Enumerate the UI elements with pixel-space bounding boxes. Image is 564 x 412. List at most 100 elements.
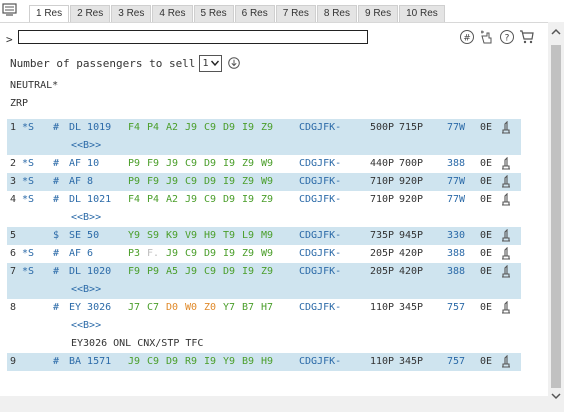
booking-class[interactable]: C9 bbox=[185, 173, 197, 191]
booking-class[interactable]: K9 bbox=[166, 227, 178, 245]
booking-class[interactable]: Z9 bbox=[242, 173, 254, 191]
tab-res-6[interactable]: 6 Res bbox=[234, 5, 275, 22]
flight-row[interactable]: 7 *S # DL 1020 F9 P9 A5 J9 C9 D9 I9 Z9 CDGJFK- 205P 42… bbox=[7, 263, 521, 281]
more-info-link[interactable]: <<B>> bbox=[71, 317, 101, 335]
booking-class[interactable]: D9 bbox=[223, 191, 235, 209]
tab-res-9[interactable]: 9 Res bbox=[358, 5, 399, 22]
booking-class[interactable]: D9 bbox=[204, 155, 216, 173]
more-info-link[interactable]: <<B>> bbox=[71, 209, 101, 227]
flight-row[interactable]: 3 *S # AF 8 P9 F9 J9 C9 D9 I9 Z9 W9 CDGJFK- 710P 920P 7… bbox=[7, 173, 521, 191]
tab-res-10[interactable]: 10 Res bbox=[399, 5, 445, 22]
more-info-link[interactable]: <<B>> bbox=[7, 281, 521, 299]
booking-class[interactable]: J9 bbox=[185, 263, 197, 281]
booking-class[interactable]: J9 bbox=[166, 245, 178, 263]
flight-row[interactable]: 9 # BA 1571 J9 C9 D9 R9 I9 Y9 B9 H9 CDGJFK- 110P 345P… bbox=[7, 353, 521, 371]
booking-class[interactable]: P9 bbox=[128, 173, 140, 191]
booking-class[interactable]: H9 bbox=[261, 353, 273, 371]
flight-number[interactable]: AF 8 bbox=[69, 173, 93, 191]
booking-class[interactable]: Z9 bbox=[261, 263, 273, 281]
booking-class[interactable]: J9 bbox=[166, 155, 178, 173]
booking-class[interactable]: J7 bbox=[128, 299, 140, 317]
scroll-thumb[interactable] bbox=[551, 45, 561, 388]
booking-class[interactable]: F4 bbox=[128, 191, 140, 209]
booking-class[interactable]: F9 bbox=[128, 263, 140, 281]
booking-class[interactable]: D9 bbox=[204, 245, 216, 263]
booking-class[interactable]: J9 bbox=[128, 353, 140, 371]
booking-class[interactable]: F. bbox=[147, 245, 159, 263]
booking-class[interactable]: R9 bbox=[185, 353, 197, 371]
booking-class[interactable]: S9 bbox=[147, 227, 159, 245]
booking-class[interactable]: C7 bbox=[147, 299, 159, 317]
booking-class[interactable]: P4 bbox=[147, 119, 159, 137]
booking-class[interactable]: I9 bbox=[242, 119, 254, 137]
booking-class[interactable]: I9 bbox=[204, 353, 216, 371]
booking-class[interactable]: F4 bbox=[128, 119, 140, 137]
passenger-count-select[interactable]: 1 bbox=[199, 54, 223, 72]
flight-number[interactable]: DL 1019 bbox=[69, 119, 111, 137]
booking-class[interactable]: Z9 bbox=[261, 119, 273, 137]
booking-class[interactable]: A2 bbox=[166, 191, 178, 209]
flight-row[interactable]: 1 *S # DL 1019 F4 P4 A2 J9 C9 D9 I9 Z9 CDGJFK- 500P 71… bbox=[7, 119, 521, 137]
flight-row[interactable]: 5 $ SE 50 Y9 S9 K9 V9 H9 T9 L9 M9 CDGJFK- 735P 945P 33… bbox=[7, 227, 521, 245]
booking-class[interactable]: H9 bbox=[204, 227, 216, 245]
booking-class[interactable]: D9 bbox=[223, 263, 235, 281]
more-info-link[interactable]: <<B>> bbox=[7, 137, 521, 155]
tab-res-7[interactable]: 7 Res bbox=[275, 5, 316, 22]
booking-class[interactable]: C9 bbox=[185, 245, 197, 263]
booking-class[interactable]: I9 bbox=[242, 191, 254, 209]
booking-class[interactable]: I9 bbox=[223, 155, 235, 173]
flight-row[interactable]: 2 *S # AF 10 P9 F9 J9 C9 D9 I9 Z9 W9 CDGJFK- 440P 700P… bbox=[7, 155, 521, 173]
hand-point-icon[interactable] bbox=[479, 29, 495, 45]
booking-class[interactable]: F9 bbox=[147, 173, 159, 191]
flight-number[interactable]: SE 50 bbox=[69, 227, 99, 245]
booking-class[interactable]: C9 bbox=[204, 119, 216, 137]
booking-class[interactable]: Z9 bbox=[242, 245, 254, 263]
flight-number[interactable]: BA 1571 bbox=[69, 353, 111, 371]
tab-res-3[interactable]: 3 Res bbox=[111, 5, 152, 22]
booking-class[interactable]: Z9 bbox=[242, 155, 254, 173]
booking-class[interactable]: T9 bbox=[223, 227, 235, 245]
booking-class[interactable]: D9 bbox=[166, 353, 178, 371]
booking-class[interactable]: Y9 bbox=[223, 353, 235, 371]
flight-number[interactable]: AF 6 bbox=[69, 245, 93, 263]
booking-class[interactable]: J9 bbox=[166, 173, 178, 191]
flight-number[interactable]: DL 1020 bbox=[69, 263, 111, 281]
cart-icon[interactable] bbox=[519, 29, 535, 45]
vertical-scrollbar[interactable] bbox=[548, 22, 564, 412]
download-circle-icon[interactable] bbox=[228, 57, 241, 69]
flight-number[interactable]: EY 3026 bbox=[69, 299, 111, 317]
booking-class[interactable]: Y7 bbox=[223, 299, 235, 317]
booking-class[interactable]: Y9 bbox=[128, 227, 140, 245]
booking-class[interactable]: Z9 bbox=[261, 191, 273, 209]
booking-class[interactable]: L9 bbox=[242, 227, 254, 245]
booking-class[interactable]: W9 bbox=[261, 173, 273, 191]
booking-class[interactable]: I9 bbox=[223, 245, 235, 263]
booking-class[interactable]: Z0 bbox=[204, 299, 216, 317]
booking-class[interactable]: D9 bbox=[204, 173, 216, 191]
booking-class[interactable]: J9 bbox=[185, 119, 197, 137]
hash-icon[interactable]: # bbox=[459, 29, 475, 45]
booking-class[interactable]: I9 bbox=[242, 263, 254, 281]
menu-icon[interactable] bbox=[2, 2, 18, 18]
tab-res-1[interactable]: 1 Res bbox=[29, 5, 70, 22]
booking-class[interactable]: D9 bbox=[223, 119, 235, 137]
booking-class[interactable]: H7 bbox=[261, 299, 273, 317]
flight-row[interactable]: 8 # EY 3026 J7 C7 D0 W0 Z0 Y7 B7 H7 CDGJFK- 110P 345P… bbox=[7, 299, 521, 317]
booking-class[interactable]: J9 bbox=[185, 191, 197, 209]
booking-class[interactable]: V9 bbox=[185, 227, 197, 245]
booking-class[interactable]: P3 bbox=[128, 245, 140, 263]
tab-res-2[interactable]: 2 Res bbox=[70, 5, 111, 22]
booking-class[interactable]: D0 bbox=[166, 299, 178, 317]
scroll-down-icon[interactable] bbox=[551, 392, 561, 400]
booking-class[interactable]: C9 bbox=[204, 263, 216, 281]
booking-class[interactable]: W0 bbox=[185, 299, 197, 317]
booking-class[interactable]: M9 bbox=[261, 227, 273, 245]
booking-class[interactable]: A2 bbox=[166, 119, 178, 137]
booking-class[interactable]: I9 bbox=[223, 173, 235, 191]
scroll-up-icon[interactable] bbox=[551, 28, 561, 36]
tab-res-4[interactable]: 4 Res bbox=[152, 5, 193, 22]
booking-class[interactable]: C9 bbox=[204, 191, 216, 209]
flight-row[interactable]: 4 *S # DL 1021 F4 P4 A2 J9 C9 D9 I9 Z9 CDGJFK- 710P 92… bbox=[7, 191, 521, 209]
booking-class[interactable]: F9 bbox=[147, 155, 159, 173]
flight-row[interactable]: 6 *S # AF 6 P3 F. J9 C9 D9 I9 Z9 W9 CDGJFK- 205P 420P 3… bbox=[7, 245, 521, 263]
